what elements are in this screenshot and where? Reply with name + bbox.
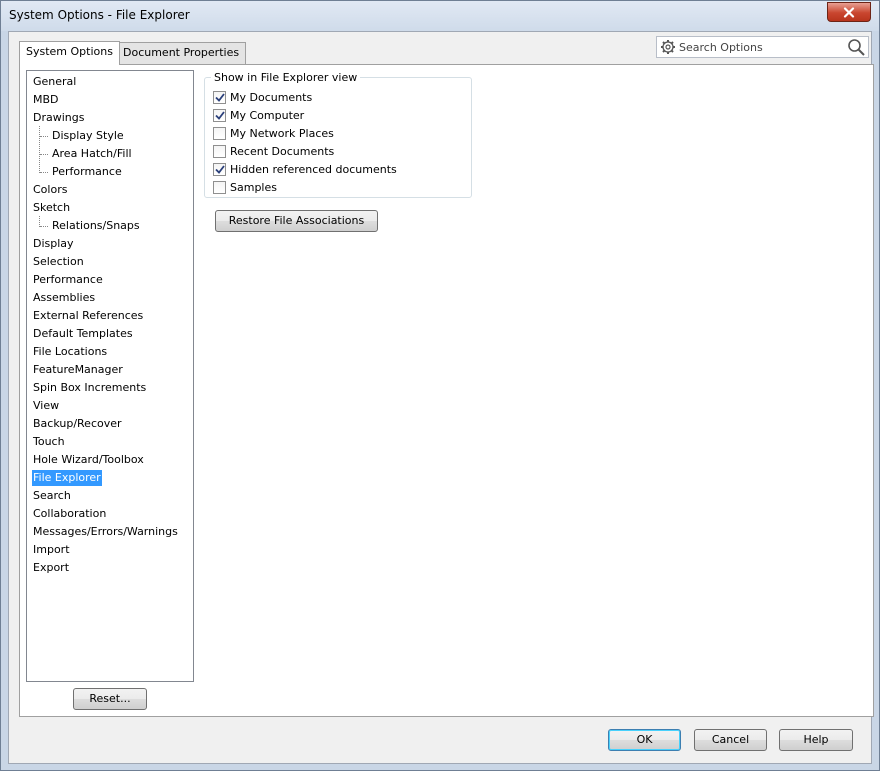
tree-item-sketch[interactable]: Sketch bbox=[32, 200, 71, 216]
tree-item-import[interactable]: Import bbox=[32, 542, 71, 558]
tree-item-collaboration[interactable]: Collaboration bbox=[32, 506, 107, 522]
dialog-window: System Options - File Explorer System Op… bbox=[0, 0, 880, 771]
tree-item-assemblies[interactable]: Assemblies bbox=[32, 290, 96, 306]
tree-item-default-templates[interactable]: Default Templates bbox=[32, 326, 134, 342]
tree-item-relations-snaps[interactable]: Relations/Snaps bbox=[51, 218, 141, 234]
tree-item-selection[interactable]: Selection bbox=[32, 254, 85, 270]
tree-item-featuremanager[interactable]: FeatureManager bbox=[32, 362, 124, 378]
recent-documents-checkbox[interactable] bbox=[213, 144, 226, 158]
recent-documents-label: Recent Documents bbox=[230, 144, 335, 158]
tree-item-drawings[interactable]: Drawings bbox=[32, 110, 85, 126]
tree-item-touch[interactable]: Touch bbox=[32, 434, 66, 450]
tab-system-options[interactable]: System Options bbox=[19, 41, 120, 65]
checkmark-icon bbox=[214, 110, 225, 120]
tree-item-messages-errors-warnings[interactable]: Messages/Errors/Warnings bbox=[32, 524, 179, 540]
checkmark-icon bbox=[214, 164, 225, 174]
tree-item-backup-recover[interactable]: Backup/Recover bbox=[32, 416, 123, 432]
tree-item-file-explorer[interactable]: File Explorer bbox=[32, 470, 102, 486]
tree-item-performance[interactable]: Performance bbox=[51, 164, 123, 180]
my-computer-checkbox[interactable] bbox=[213, 108, 226, 122]
search-input[interactable]: Search Options bbox=[656, 36, 869, 58]
option-my-computer[interactable]: My Computer bbox=[213, 107, 304, 123]
tree-connector bbox=[40, 154, 48, 155]
hidden-referenced-documents-label: Hidden referenced documents bbox=[230, 162, 397, 176]
option-samples[interactable]: Samples bbox=[213, 179, 277, 195]
tree-item-search[interactable]: Search bbox=[32, 488, 72, 504]
search-icon[interactable] bbox=[847, 38, 866, 57]
option-my-network-places[interactable]: My Network Places bbox=[213, 125, 334, 141]
tree-item-area-hatch-fill[interactable]: Area Hatch/Fill bbox=[51, 146, 133, 162]
tree-connector bbox=[39, 216, 40, 227]
dialog-body: System Options Document Properties Searc… bbox=[8, 31, 874, 764]
option-recent-documents[interactable]: Recent Documents bbox=[213, 143, 334, 159]
checkmark-icon bbox=[214, 92, 225, 102]
tree-connector bbox=[40, 172, 48, 173]
tree-item-display[interactable]: Display bbox=[32, 236, 75, 252]
tree-connector bbox=[40, 136, 48, 137]
my-network-places-checkbox[interactable] bbox=[213, 126, 226, 140]
tree-item-spin-box-increments[interactable]: Spin Box Increments bbox=[32, 380, 147, 396]
help-button[interactable]: Help bbox=[779, 729, 853, 751]
close-icon bbox=[843, 6, 855, 18]
option-my-documents[interactable]: My Documents bbox=[213, 89, 312, 105]
tab-document-properties[interactable]: Document Properties bbox=[116, 42, 247, 64]
tree-item-mbd[interactable]: MBD bbox=[32, 92, 60, 108]
tree-item-export[interactable]: Export bbox=[32, 560, 70, 576]
samples-label: Samples bbox=[230, 180, 277, 194]
title-bar[interactable]: System Options - File Explorer bbox=[1, 1, 879, 31]
tree-item-colors[interactable]: Colors bbox=[32, 182, 68, 198]
tree-item-file-locations[interactable]: File Locations bbox=[32, 344, 108, 360]
hidden-referenced-documents-checkbox[interactable] bbox=[213, 162, 226, 176]
gear-icon[interactable] bbox=[660, 39, 676, 55]
ok-button[interactable]: OK bbox=[608, 729, 681, 751]
tree-item-hole-wizard-toolbox[interactable]: Hole Wizard/Toolbox bbox=[32, 452, 145, 468]
group-title: Show in File Explorer view bbox=[211, 71, 361, 84]
cancel-button[interactable]: Cancel bbox=[694, 729, 767, 751]
close-button[interactable] bbox=[827, 2, 871, 22]
search-placeholder: Search Options bbox=[679, 41, 763, 54]
tree-connector bbox=[40, 226, 48, 227]
tree-item-view[interactable]: View bbox=[32, 398, 60, 414]
my-documents-label: My Documents bbox=[230, 90, 313, 104]
restore-file-associations-button[interactable]: Restore File Associations bbox=[215, 210, 378, 232]
option-hidden-referenced-documents[interactable]: Hidden referenced documents bbox=[213, 161, 397, 177]
options-tree[interactable]: General MBD Drawings Display Style Area Hatc… bbox=[26, 70, 194, 682]
my-documents-checkbox[interactable] bbox=[213, 90, 226, 104]
reset-button[interactable]: Reset... bbox=[73, 688, 147, 710]
tree-item-performance[interactable]: Performance bbox=[32, 272, 104, 288]
my-computer-label: My Computer bbox=[230, 108, 305, 122]
tree-item-general[interactable]: General bbox=[32, 74, 77, 90]
samples-checkbox[interactable] bbox=[213, 180, 226, 194]
tree-connector bbox=[39, 126, 40, 173]
tree-item-display-style[interactable]: Display Style bbox=[51, 128, 125, 144]
window-title: System Options - File Explorer bbox=[9, 8, 190, 22]
tree-item-external-references[interactable]: External References bbox=[32, 308, 144, 324]
my-network-places-label: My Network Places bbox=[230, 126, 334, 140]
